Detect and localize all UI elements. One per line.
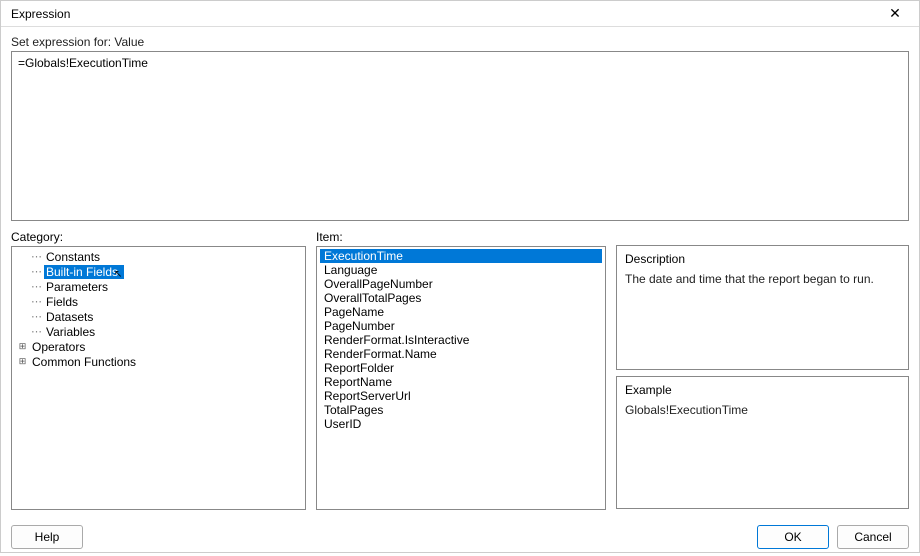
category-item-label: Datasets xyxy=(44,310,95,324)
description-panel: Description The date and time that the r… xyxy=(616,245,909,370)
item-list-row[interactable]: ExecutionTime xyxy=(320,249,602,263)
item-list-row[interactable]: PageNumber xyxy=(320,319,602,333)
footer: Help OK Cancel xyxy=(1,518,919,556)
category-tree-item[interactable]: ⊞Common Functions xyxy=(15,354,302,369)
tree-connector-icon: ⋯ xyxy=(31,250,42,263)
item-list-row[interactable]: Language xyxy=(320,263,602,277)
description-text: The date and time that the report began … xyxy=(625,272,900,286)
item-list-row[interactable]: RenderFormat.Name xyxy=(320,347,602,361)
example-text: Globals!ExecutionTime xyxy=(625,403,900,417)
dialog-title: Expression xyxy=(11,7,70,21)
category-item-label: Fields xyxy=(44,295,80,309)
expression-input[interactable] xyxy=(11,51,909,221)
item-list-row[interactable]: UserID xyxy=(320,417,602,431)
category-tree-item[interactable]: ⊞Operators xyxy=(15,339,302,354)
category-item-label: Built-in Fields↖ xyxy=(44,265,124,279)
tree-connector-icon: ⋯ xyxy=(31,310,42,323)
item-list-row[interactable]: OverallTotalPages xyxy=(320,291,602,305)
item-list-row[interactable]: RenderFormat.IsInteractive xyxy=(320,333,602,347)
category-tree-item[interactable]: ⋯Built-in Fields↖ xyxy=(15,264,302,279)
category-tree-item[interactable]: ⋯Variables xyxy=(15,324,302,339)
category-tree-item[interactable]: ⋯Constants xyxy=(15,249,302,264)
category-tree-item[interactable]: ⋯Parameters xyxy=(15,279,302,294)
category-item-label: Common Functions xyxy=(30,355,138,369)
description-label: Description xyxy=(625,252,900,266)
category-item-label: Constants xyxy=(44,250,102,264)
item-label: Item: xyxy=(316,230,606,244)
category-tree[interactable]: ⋯Constants⋯Built-in Fields↖⋯Parameters⋯F… xyxy=(11,246,306,510)
category-tree-item[interactable]: ⋯Fields xyxy=(15,294,302,309)
close-button[interactable]: ✕ xyxy=(879,2,911,26)
tree-connector-icon: ⋯ xyxy=(31,265,42,278)
category-label: Category: xyxy=(11,230,306,244)
tree-connector-icon: ⋯ xyxy=(31,295,42,308)
expand-icon[interactable]: ⊞ xyxy=(17,356,28,367)
example-label: Example xyxy=(625,383,900,397)
help-button[interactable]: Help xyxy=(11,525,83,549)
item-list-row[interactable]: OverallPageNumber xyxy=(320,277,602,291)
item-list-row[interactable]: ReportName xyxy=(320,375,602,389)
item-list-row[interactable]: ReportServerUrl xyxy=(320,389,602,403)
item-list[interactable]: ExecutionTimeLanguageOverallPageNumberOv… xyxy=(316,246,606,510)
category-item-label: Parameters xyxy=(44,280,110,294)
category-item-label: Variables xyxy=(44,325,97,339)
cancel-button[interactable]: Cancel xyxy=(837,525,909,549)
expand-icon[interactable]: ⊞ xyxy=(17,341,28,352)
category-item-label: Operators xyxy=(30,340,87,354)
item-list-row[interactable]: TotalPages xyxy=(320,403,602,417)
item-list-row[interactable]: ReportFolder xyxy=(320,361,602,375)
cursor-icon: ↖ xyxy=(114,269,122,280)
category-tree-item[interactable]: ⋯Datasets xyxy=(15,309,302,324)
tree-connector-icon: ⋯ xyxy=(31,325,42,338)
example-panel: Example Globals!ExecutionTime xyxy=(616,376,909,509)
title-bar: Expression ✕ xyxy=(1,1,919,27)
ok-button[interactable]: OK xyxy=(757,525,829,549)
tree-connector-icon: ⋯ xyxy=(31,280,42,293)
subtitle-label: Set expression for: Value xyxy=(11,35,909,49)
close-icon: ✕ xyxy=(889,5,901,22)
item-list-row[interactable]: PageName xyxy=(320,305,602,319)
